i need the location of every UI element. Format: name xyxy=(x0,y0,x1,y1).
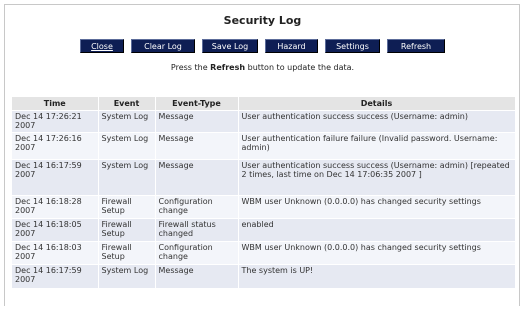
cell-event: System Log xyxy=(98,132,156,160)
table-row: Dec 14 16:17:59 2007 System Log Message … xyxy=(12,159,516,196)
clear-log-button[interactable]: Clear Log xyxy=(131,39,195,53)
cell-event-type: Message xyxy=(155,110,239,133)
cell-details: WBM user Unknown (0.0.0.0) has changed s… xyxy=(238,241,516,265)
cell-details: WBM user Unknown (0.0.0.0) has changed s… xyxy=(238,195,516,219)
hazard-button[interactable]: Hazard xyxy=(265,39,318,53)
table-row: Dec 14 16:18:03 2007 Firewall Setup Conf… xyxy=(12,241,516,265)
hint-text-after: button to update the data. xyxy=(245,63,355,72)
cell-event: Firewall Setup xyxy=(98,241,156,265)
table-row: Dec 14 16:17:59 2007 System Log Message … xyxy=(12,264,516,288)
cell-time: Dec 14 16:18:03 2007 xyxy=(12,241,99,265)
column-header-time: Time xyxy=(12,97,99,111)
cell-event: Firewall Setup xyxy=(98,195,156,219)
refresh-hint: Press the Refresh button to update the d… xyxy=(0,63,525,72)
page-title: Security Log xyxy=(223,14,302,27)
cell-event: System Log xyxy=(98,159,156,196)
toolbar: Close Clear Log Save Log Hazard Settings… xyxy=(80,39,445,53)
save-log-button[interactable]: Save Log xyxy=(202,39,258,53)
cell-time: Dec 14 16:18:28 2007 xyxy=(12,195,99,219)
table-row: Dec 14 17:26:16 2007 System Log Message … xyxy=(12,132,516,160)
cell-event-type: Configuration change xyxy=(155,241,239,265)
cell-event-type: Message xyxy=(155,132,239,160)
cell-event-type: Message xyxy=(155,159,239,196)
column-header-event: Event xyxy=(98,97,156,111)
settings-button[interactable]: Settings xyxy=(325,39,380,53)
column-header-details: Details xyxy=(238,97,516,111)
cell-event: System Log xyxy=(98,264,156,288)
security-log-table: Time Event Event-Type Details Dec 14 17:… xyxy=(12,97,516,288)
table-row: Dec 14 17:26:21 2007 System Log Message … xyxy=(12,110,516,133)
cell-details: User authentication success success (Use… xyxy=(238,110,516,133)
hint-text-before: Press the xyxy=(170,63,211,72)
cell-event: System Log xyxy=(98,110,156,133)
table-row: Dec 14 16:18:28 2007 Firewall Setup Conf… xyxy=(12,195,516,219)
cell-details: The system is UP! xyxy=(238,264,516,288)
cell-event-type: Message xyxy=(155,264,239,288)
hint-keyword: Refresh xyxy=(210,63,246,72)
close-button[interactable]: Close xyxy=(80,39,124,53)
table-row: Dec 14 16:18:05 2007 Firewall Setup Fire… xyxy=(12,218,516,242)
cell-details: User authentication failure failure (Inv… xyxy=(238,132,516,160)
cell-time: Dec 14 17:26:16 2007 xyxy=(12,132,99,160)
cell-time: Dec 14 16:17:59 2007 xyxy=(12,264,99,288)
cell-event-type: Firewall status changed xyxy=(155,218,239,242)
column-header-event-type: Event-Type xyxy=(155,97,239,111)
cell-time: Dec 14 17:26:21 2007 xyxy=(12,110,99,133)
cell-details: enabled xyxy=(238,218,516,242)
cell-event-type: Configuration change xyxy=(155,195,239,219)
table-header-row: Time Event Event-Type Details xyxy=(12,97,516,111)
refresh-button[interactable]: Refresh xyxy=(387,39,445,53)
cell-details: User authentication success success (Use… xyxy=(238,159,516,196)
cell-time: Dec 14 16:17:59 2007 xyxy=(12,159,99,196)
cell-event: Firewall Setup xyxy=(98,218,156,242)
cell-time: Dec 14 16:18:05 2007 xyxy=(12,218,99,242)
